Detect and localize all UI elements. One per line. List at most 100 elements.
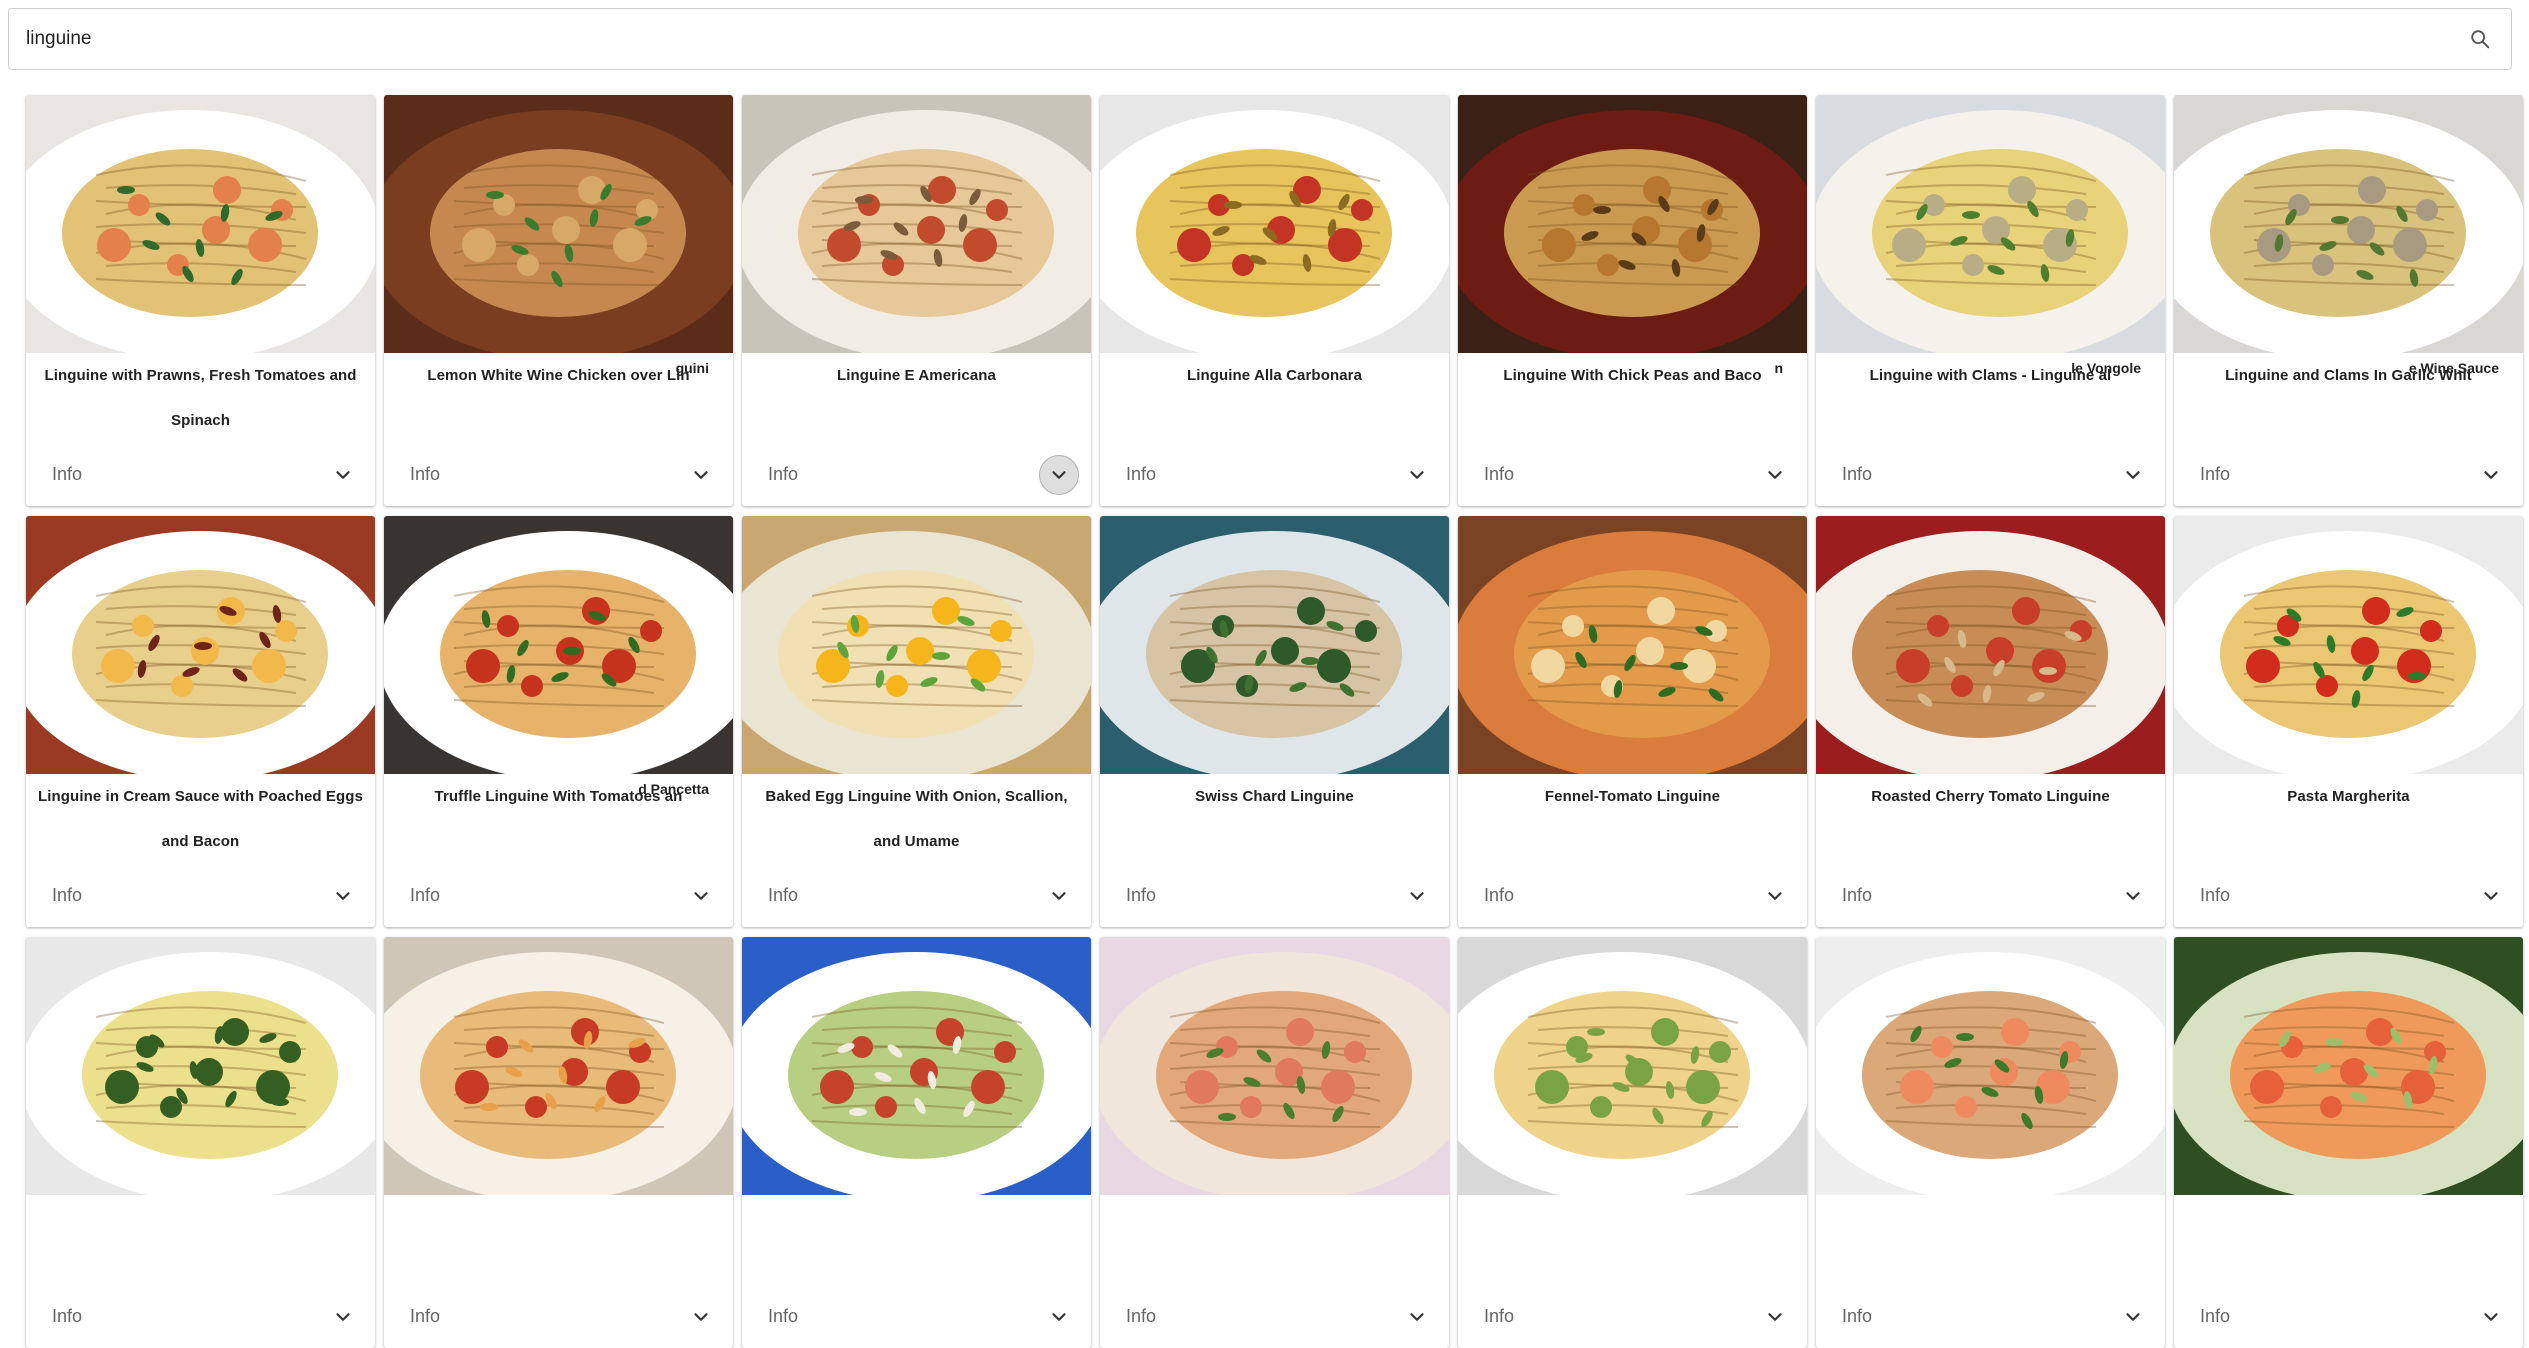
recipe-card[interactable]: Linguine in Cream Sauce with Poached Egg… xyxy=(26,516,375,927)
recipe-image[interactable] xyxy=(1458,516,1807,774)
expand-button[interactable] xyxy=(681,455,721,495)
recipe-card[interactable]: Lemon White Wine Chicken over Lin guini In… xyxy=(384,95,733,506)
recipe-title: Linguine in Cream Sauce with Poached Egg… xyxy=(38,788,363,850)
info-label: Info xyxy=(1126,1306,1157,1326)
recipe-image[interactable] xyxy=(1816,95,2165,353)
recipe-card[interactable]: Baked Egg Linguine With Onion, Scallion,… xyxy=(742,516,1091,927)
chevron-down-icon xyxy=(2126,470,2140,479)
recipe-card[interactable]: Swiss Chard Linguine Info xyxy=(1100,516,1449,927)
recipe-title-area: Linguine With Chick Peas and Baco n xyxy=(1458,353,1807,443)
recipe-image[interactable] xyxy=(742,95,1091,353)
recipe-card[interactable]: Info xyxy=(1816,937,2165,1348)
recipe-image[interactable] xyxy=(26,516,375,774)
chevron-down-icon xyxy=(2126,891,2140,900)
expand-button[interactable] xyxy=(681,876,721,916)
info-label: Info xyxy=(1842,885,1873,905)
recipe-title-area xyxy=(26,1195,375,1285)
recipe-card[interactable]: Info xyxy=(384,937,733,1348)
recipe-title-area: Lemon White Wine Chicken over Lin guini xyxy=(384,353,733,443)
recipe-grid: Linguine with Prawns, Fresh Tomatoes and… xyxy=(26,95,2523,1348)
expand-button[interactable] xyxy=(681,1297,721,1337)
info-label: Info xyxy=(768,464,799,484)
recipe-image[interactable] xyxy=(1100,937,1449,1195)
card-actions: Info xyxy=(1100,443,1449,506)
expand-button[interactable] xyxy=(2113,455,2153,495)
card-actions: Info xyxy=(26,443,375,506)
recipe-image[interactable] xyxy=(2174,95,2523,353)
recipe-card[interactable]: Info xyxy=(742,937,1091,1348)
expand-button[interactable] xyxy=(1039,454,1079,495)
recipe-card[interactable]: Info xyxy=(1100,937,1449,1348)
info-label: Info xyxy=(2200,885,2231,905)
info-label: Info xyxy=(410,1306,441,1326)
recipe-image[interactable] xyxy=(2174,937,2523,1195)
chevron-down-icon xyxy=(1768,891,1782,900)
recipe-image[interactable] xyxy=(1816,937,2165,1195)
expand-button[interactable] xyxy=(2471,455,2511,495)
recipe-image[interactable] xyxy=(742,516,1091,774)
card-actions: Info xyxy=(742,864,1091,927)
recipe-image[interactable] xyxy=(2174,516,2523,774)
card-actions: Info xyxy=(26,864,375,927)
expand-button[interactable] xyxy=(1755,455,1795,495)
expand-button[interactable] xyxy=(323,1297,363,1337)
expand-button[interactable] xyxy=(1397,1297,1437,1337)
card-actions: Info xyxy=(1458,443,1807,506)
recipe-image[interactable] xyxy=(1458,95,1807,353)
info-label: Info xyxy=(768,1306,799,1326)
recipe-image[interactable] xyxy=(384,95,733,353)
card-actions: Info xyxy=(1816,443,2165,506)
recipe-card[interactable]: Fennel-Tomato Linguine Info xyxy=(1458,516,1807,927)
expand-button[interactable] xyxy=(2113,1297,2153,1337)
recipe-card[interactable]: Linguine Alla Carbonara Info xyxy=(1100,95,1449,506)
info-label: Info xyxy=(1484,1306,1515,1326)
info-label: Info xyxy=(1842,464,1873,484)
recipe-card[interactable]: Truffle Linguine With Tomatoes an d Pance… xyxy=(384,516,733,927)
expand-button[interactable] xyxy=(1397,876,1437,916)
recipe-card[interactable]: Roasted Cherry Tomato Linguine Info xyxy=(1816,516,2165,927)
card-actions: Info xyxy=(1100,1285,1449,1348)
recipe-title-area: Baked Egg Linguine With Onion, Scallion,… xyxy=(742,774,1091,864)
recipe-title: Pasta Margherita xyxy=(2287,788,2410,805)
expand-button[interactable] xyxy=(1397,455,1437,495)
recipe-title: Baked Egg Linguine With Onion, Scallion,… xyxy=(765,788,1068,850)
info-label: Info xyxy=(52,885,83,905)
recipe-card[interactable]: Linguine E Americana Info xyxy=(742,95,1091,506)
recipe-image[interactable] xyxy=(742,937,1091,1195)
recipe-image[interactable] xyxy=(1100,95,1449,353)
recipe-image[interactable] xyxy=(1458,937,1807,1195)
recipe-image[interactable] xyxy=(1100,516,1449,774)
recipe-title: Lemon White Wine Chicken over Lin xyxy=(427,367,690,384)
recipe-image[interactable] xyxy=(384,516,733,774)
expand-button[interactable] xyxy=(1755,876,1795,916)
search-icon[interactable] xyxy=(2449,8,2511,70)
recipe-card[interactable]: Info xyxy=(1458,937,1807,1348)
expand-button[interactable] xyxy=(323,455,363,495)
recipe-image[interactable] xyxy=(384,937,733,1195)
recipe-card[interactable]: Pasta Margherita Info xyxy=(2174,516,2523,927)
chevron-down-icon xyxy=(1052,1312,1066,1321)
info-label: Info xyxy=(410,464,441,484)
expand-button[interactable] xyxy=(2471,1297,2511,1337)
recipe-image[interactable] xyxy=(1816,516,2165,774)
chevron-down-icon xyxy=(2484,1312,2498,1321)
recipe-title-area: Linguine and Clams In Garlic Whit e Wine … xyxy=(2174,353,2523,443)
info-label: Info xyxy=(1126,464,1157,484)
recipe-card[interactable]: Linguine and Clams In Garlic Whit e Wine … xyxy=(2174,95,2523,506)
expand-button[interactable] xyxy=(1039,1297,1079,1337)
recipe-card[interactable]: Info xyxy=(2174,937,2523,1348)
recipe-card[interactable]: Linguine with Clams - Linguine al le Vong… xyxy=(1816,95,2165,506)
expand-button[interactable] xyxy=(1039,876,1079,916)
recipe-image[interactable] xyxy=(26,937,375,1195)
expand-button[interactable] xyxy=(323,876,363,916)
recipe-title-area: Linguine Alla Carbonara xyxy=(1100,353,1449,443)
search-input[interactable] xyxy=(9,9,2449,69)
recipe-image[interactable] xyxy=(26,95,375,353)
expand-button[interactable] xyxy=(2113,876,2153,916)
chevron-down-icon xyxy=(2126,1312,2140,1321)
recipe-card[interactable]: Linguine with Prawns, Fresh Tomatoes and… xyxy=(26,95,375,506)
expand-button[interactable] xyxy=(2471,876,2511,916)
recipe-card[interactable]: Info xyxy=(26,937,375,1348)
expand-button[interactable] xyxy=(1755,1297,1795,1337)
recipe-card[interactable]: Linguine With Chick Peas and Baco n Info xyxy=(1458,95,1807,506)
